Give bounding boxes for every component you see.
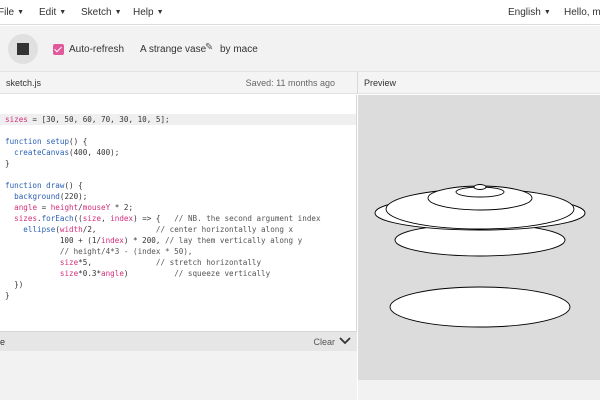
- language-label: English: [508, 7, 541, 18]
- code-line: createCanvas(400, 400);: [14, 148, 120, 157]
- code-line: size*5, // stretch horizontally: [59, 258, 262, 267]
- chevron-down-icon[interactable]: [338, 334, 352, 348]
- menu-sketch-label: Sketch: [81, 7, 112, 18]
- clear-console-button[interactable]: Clear: [313, 337, 335, 347]
- sketch-author: by mace: [220, 44, 258, 55]
- console-bar: e Clear: [0, 331, 357, 351]
- code-line: function setup() {: [5, 137, 88, 146]
- pencil-icon[interactable]: ✎: [205, 42, 213, 53]
- chevron-down-icon: ▼: [17, 9, 25, 16]
- code-line: size*0.3*angle) // squeeze vertically: [59, 269, 271, 278]
- console-body: [0, 351, 357, 400]
- code-line: angle = height/mouseY * 2;: [14, 203, 134, 212]
- code-line: ellipse(width/2, // center horizontally …: [23, 225, 294, 234]
- user-menu[interactable]: Hello, ma: [564, 7, 600, 18]
- stop-button[interactable]: [8, 34, 38, 64]
- preview-footer: [358, 380, 600, 400]
- preview-canvas[interactable]: [358, 95, 600, 380]
- menu-help[interactable]: Help ▼: [133, 7, 164, 18]
- toolbar: Auto-refresh A strange vase ✎ by mace: [0, 26, 600, 72]
- user-greeting: Hello, ma: [564, 7, 600, 18]
- code-line: sizes.forEach((size, index) => { // NB. …: [14, 214, 321, 223]
- code-line: // height/4*3 - (index * 50),: [59, 247, 193, 256]
- top-nav: File ▼ Edit ▼ Sketch ▼ Help ▼ English ▼ Hello…: [0, 0, 600, 25]
- language-selector[interactable]: English ▼: [508, 7, 551, 18]
- editor-header: sketch.js Saved: 11 months ago: [0, 72, 357, 94]
- file-tab[interactable]: sketch.js: [6, 78, 41, 88]
- preview-label: Preview: [364, 78, 397, 88]
- menu-help-label: Help: [133, 7, 154, 18]
- sketch-output: [374, 184, 586, 328]
- code-line: 100 + (1/index) * 200, // lay them verti…: [5, 236, 303, 245]
- saved-status: Saved: 11 months ago: [245, 78, 335, 88]
- chevron-down-icon: ▼: [543, 9, 551, 16]
- console-label: e: [0, 337, 6, 347]
- chevron-down-icon: ▼: [114, 9, 122, 16]
- ellipse-shape: [473, 184, 487, 190]
- ellipse-shape: [389, 286, 571, 328]
- chevron-down-icon: ▼: [59, 9, 67, 16]
- code-line: }): [5, 280, 24, 289]
- autorefresh-checkbox[interactable]: [53, 44, 64, 55]
- menu-edit[interactable]: Edit ▼: [39, 7, 66, 18]
- chevron-down-icon: ▼: [156, 9, 164, 16]
- menu-edit-label: Edit: [39, 7, 57, 18]
- menu-sketch[interactable]: Sketch ▼: [81, 7, 122, 18]
- code-line: sizes = [30, 50, 60, 70, 30, 10, 5];: [0, 114, 356, 125]
- code-line: function draw() {: [5, 181, 83, 190]
- stop-icon: [17, 43, 29, 55]
- menu-file[interactable]: File ▼: [0, 7, 24, 18]
- sketch-name[interactable]: A strange vase: [140, 44, 206, 55]
- code-editor[interactable]: sizes = [30, 50, 60, 70, 30, 10, 5]; fun…: [0, 95, 357, 331]
- code-line: }: [5, 291, 10, 300]
- code-line: }: [5, 159, 10, 168]
- code-line: background(220);: [14, 192, 88, 201]
- preview-header: Preview: [357, 72, 600, 94]
- autorefresh-label: Auto-refresh: [69, 44, 125, 55]
- menu-file-label: File: [0, 7, 15, 18]
